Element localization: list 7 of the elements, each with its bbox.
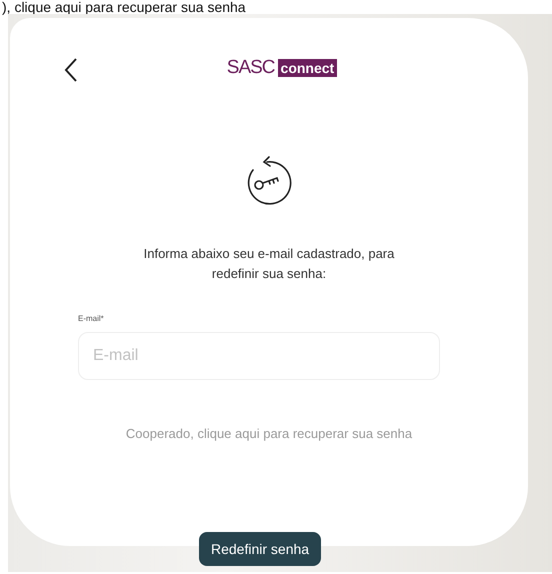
instructions-text: Informa abaixo seu e-mail cadastrado, para redefinir sua senha:	[142, 245, 396, 283]
email-label: E-mail*	[78, 314, 105, 323]
submit-button[interactable]: Redefinir senha	[199, 532, 322, 566]
logo-brand: SASC	[226, 57, 276, 79]
logo-product: connect	[278, 59, 338, 77]
email-field[interactable]: E-mail	[78, 332, 440, 380]
top-text: ), clique aqui para recuperar sua senha	[2, 0, 246, 14]
